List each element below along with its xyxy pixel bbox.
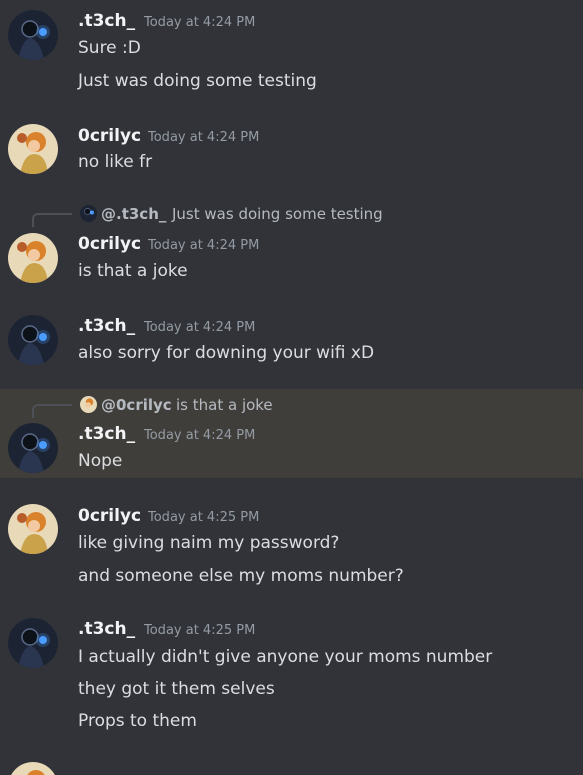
message-text: like giving naim my password?: [78, 533, 340, 553]
ocrilyc-avatar[interactable]: [8, 762, 58, 775]
t3ch-avatar[interactable]: [8, 315, 58, 365]
message-text: and someone else my moms number?: [78, 566, 404, 586]
message-timestamp[interactable]: Today at 4:25 PM: [144, 623, 255, 639]
message-text: Sure :D: [78, 38, 141, 58]
message-author[interactable]: .t3ch_: [78, 619, 135, 639]
message-timestamp[interactable]: Today at 4:24 PM: [148, 130, 259, 146]
message-author[interactable]: .t3ch_: [78, 316, 135, 336]
ocrilyc-avatar[interactable]: [8, 233, 58, 283]
message-timestamp[interactable]: Today at 4:24 PM: [148, 238, 259, 254]
message-text: no like fr: [78, 152, 153, 172]
message-timestamp[interactable]: Today at 4:24 PM: [144, 428, 255, 444]
message-author[interactable]: 0crilyc: [78, 234, 141, 254]
reply-connector: [32, 404, 72, 418]
message-author[interactable]: 0crilyc: [78, 506, 141, 526]
message-timestamp[interactable]: Today at 4:24 PM: [144, 320, 255, 336]
message-text: I actually didn't give anyone your moms …: [78, 647, 493, 667]
message-text: Props to them: [78, 711, 197, 731]
reply-avatar[interactable]: [80, 205, 97, 222]
t3ch-avatar[interactable]: [8, 618, 58, 668]
reply-avatar[interactable]: [80, 396, 97, 413]
reply-connector: [32, 213, 72, 227]
ocrilyc-avatar[interactable]: [8, 124, 58, 174]
message-timestamp[interactable]: Today at 4:24 PM: [144, 15, 255, 31]
t3ch-avatar[interactable]: [8, 423, 58, 473]
reply-author[interactable]: @.t3ch_: [101, 205, 166, 223]
message-text: Just was doing some testing: [78, 71, 317, 91]
reply-author[interactable]: @0crilyc: [101, 396, 172, 414]
reply-preview[interactable]: is that a joke: [176, 396, 273, 414]
message-timestamp[interactable]: Today at 4:25 PM: [148, 510, 259, 526]
chat-message-list: .t3ch_ Today at 4:24 PM Sure :D Just was…: [0, 0, 583, 775]
message-text: is that a joke: [78, 261, 188, 281]
t3ch-avatar[interactable]: [8, 10, 58, 60]
reply-preview[interactable]: Just was doing some testing: [172, 205, 383, 223]
message-text: Nope: [78, 451, 123, 471]
message-text: also sorry for downing your wifi xD: [78, 343, 375, 363]
ocrilyc-avatar[interactable]: [8, 504, 58, 554]
message-text: they got it them selves: [78, 679, 275, 699]
message-author[interactable]: .t3ch_: [78, 424, 135, 444]
message-author[interactable]: .t3ch_: [78, 11, 135, 31]
message-author[interactable]: 0crilyc: [78, 126, 141, 146]
